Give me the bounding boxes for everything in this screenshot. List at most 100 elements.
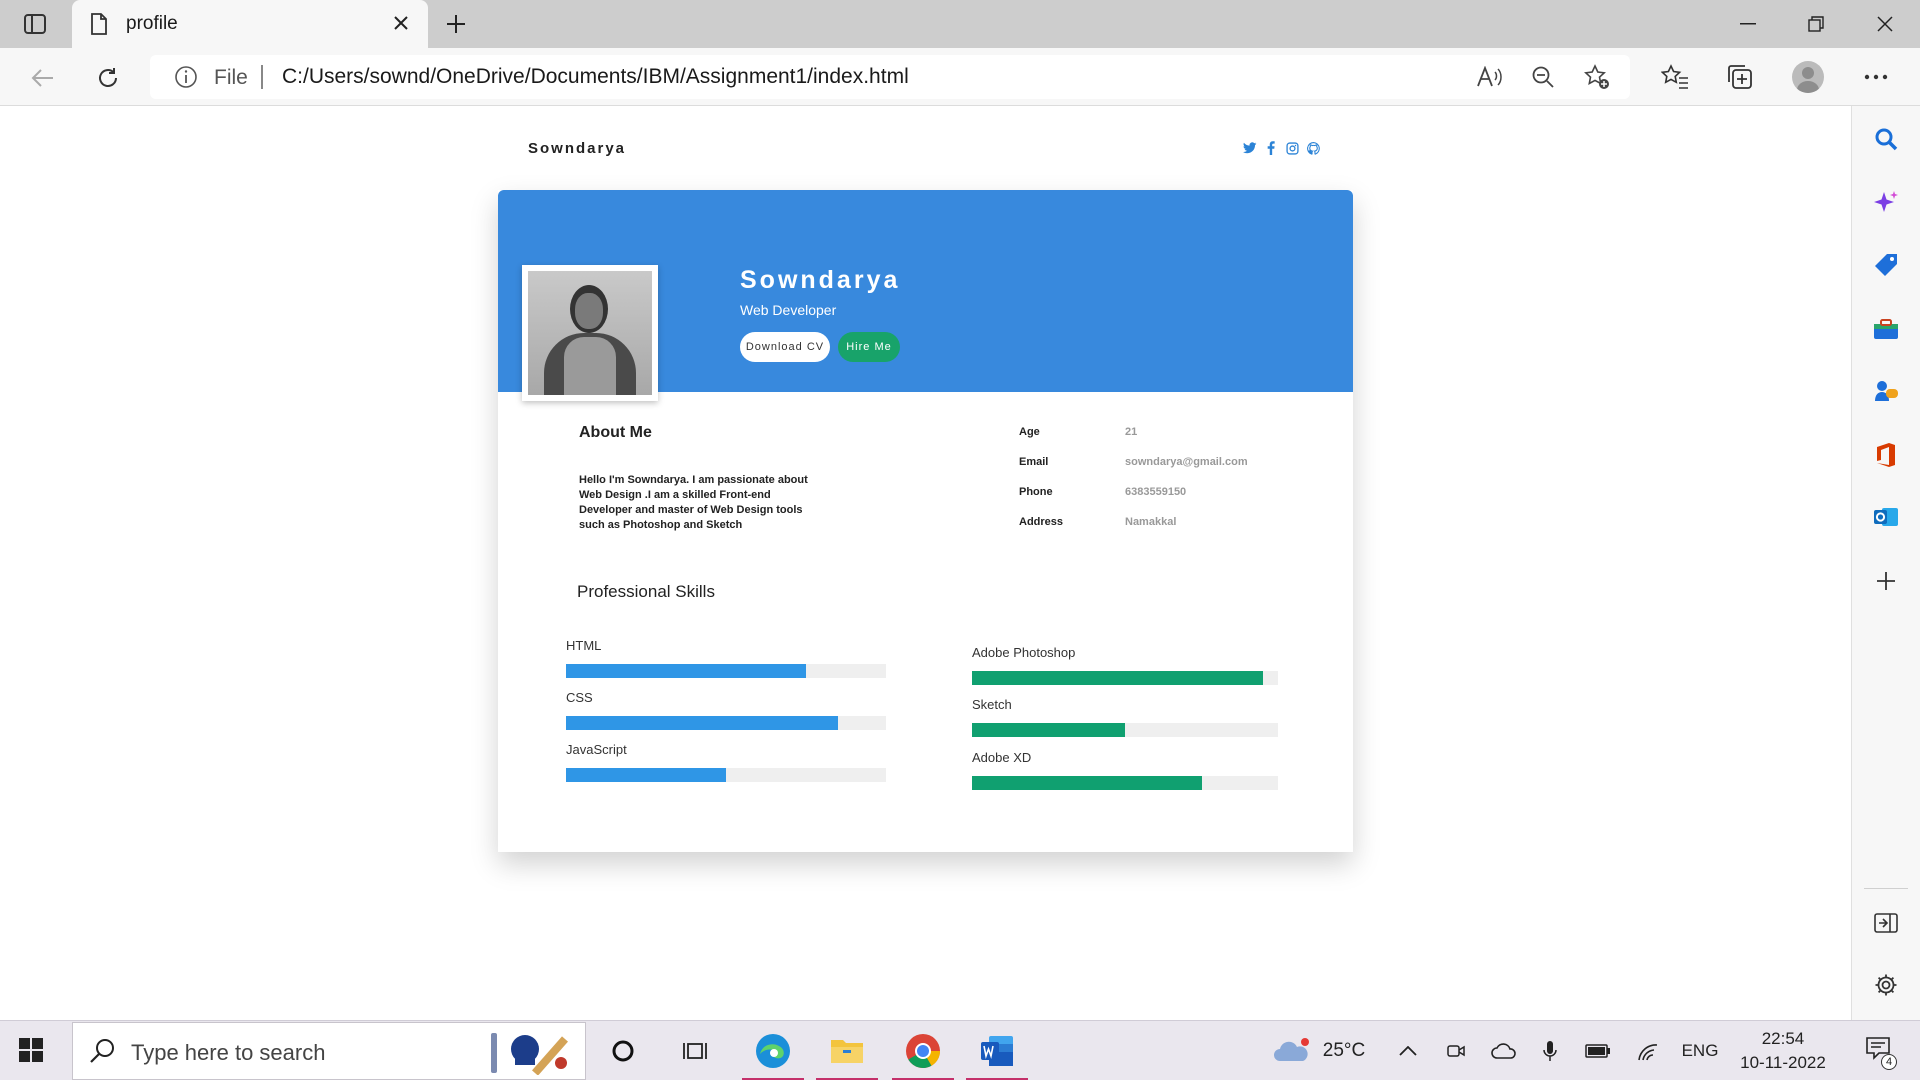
close-window-button[interactable] — [1855, 0, 1915, 48]
instagram-icon[interactable] — [1285, 140, 1299, 156]
detail-value: 6383559150 — [1125, 486, 1187, 498]
hire-me-button[interactable]: Hire Me — [838, 332, 900, 362]
more-dots-icon — [1864, 74, 1888, 80]
taskbar-edge-app[interactable] — [738, 1021, 808, 1080]
detail-value: Namakkal — [1125, 516, 1177, 528]
refresh-icon — [99, 68, 117, 87]
info-icon[interactable] — [174, 65, 198, 89]
star-add-icon — [1584, 64, 1609, 89]
browser-tab-bar: profile — [0, 0, 1920, 48]
back-arrow-icon — [31, 69, 53, 87]
skill-label: JavaScript — [566, 742, 627, 757]
notification-icon-wrap: 4 — [1865, 1036, 1897, 1070]
zoom-out-button[interactable] — [1528, 63, 1558, 91]
profile-card: Sowndarya Web Developer Download CV Hire… — [498, 190, 1353, 852]
taskbar-word-app[interactable] — [962, 1021, 1032, 1080]
settings-more-button[interactable] — [1858, 59, 1894, 95]
cricket-highlight-icon — [491, 1033, 568, 1075]
restore-button[interactable] — [1786, 0, 1846, 48]
web-page: Sowndarya Sowndarya Web Developer Downlo… — [0, 106, 1851, 1020]
sidebar-office-button[interactable] — [1869, 438, 1903, 472]
microphone-button[interactable] — [1536, 1021, 1564, 1080]
sidebar-shopping-button[interactable] — [1869, 248, 1903, 282]
sparkle-icon — [1874, 191, 1898, 212]
skill-label: Adobe XD — [972, 750, 1032, 765]
sidebar-discover-button[interactable] — [1869, 186, 1903, 220]
battery-icon — [1585, 1044, 1610, 1058]
games-icon — [1875, 381, 1898, 401]
search-placeholder: Type here to search — [131, 1040, 326, 1065]
github-icon[interactable] — [1306, 140, 1320, 156]
taskbar-file-explorer-app[interactable] — [812, 1021, 882, 1080]
search-icon — [90, 1039, 114, 1063]
skill-javascript: JavaScript — [566, 742, 886, 782]
skill-css: CSS — [566, 690, 886, 730]
close-icon — [394, 16, 408, 30]
office-icon — [1877, 443, 1895, 467]
weather-button[interactable] — [1272, 1021, 1312, 1080]
new-tab-button[interactable] — [440, 10, 472, 38]
chevron-up-icon — [1399, 1046, 1417, 1056]
detail-key: Age — [1019, 426, 1040, 438]
skill-adobe-xd: Adobe XD — [972, 750, 1278, 790]
edge-sidebar — [1851, 106, 1920, 1020]
skill-track — [972, 776, 1278, 790]
download-cv-button[interactable]: Download CV — [740, 332, 830, 362]
close-tab-button[interactable] — [388, 10, 414, 36]
detail-value: 21 — [1125, 426, 1138, 438]
notifications-button[interactable]: 4 — [1856, 1021, 1900, 1080]
minimize-icon — [1740, 23, 1756, 25]
skill-track — [566, 664, 886, 678]
task-view-button[interactable] — [660, 1021, 730, 1080]
folder-icon — [831, 1040, 863, 1063]
tab-actions-button[interactable] — [16, 10, 54, 38]
taskbar-clock[interactable]: 22:54 10-11-2022 — [1728, 1027, 1838, 1075]
language-indicator[interactable]: ENG — [1676, 1021, 1724, 1080]
site-brand[interactable]: Sowndarya — [528, 140, 626, 157]
browser-tab-profile[interactable]: profile — [72, 0, 428, 48]
onedrive-button[interactable] — [1488, 1021, 1520, 1080]
favorites-button[interactable] — [1657, 59, 1693, 95]
detail-value: sowndarya@gmail.com — [1125, 456, 1248, 468]
cloud-weather-icon — [1274, 1038, 1309, 1061]
profile-button[interactable] — [1790, 59, 1826, 95]
weather-temperature[interactable]: 25°C — [1314, 1021, 1374, 1080]
chrome-icon — [906, 1034, 940, 1068]
sidebar-hide-button[interactable] — [1869, 906, 1903, 940]
network-button[interactable] — [1632, 1021, 1664, 1080]
read-aloud-button[interactable] — [1474, 63, 1504, 91]
sidebar-search-button[interactable] — [1869, 122, 1903, 156]
profile-photo-image — [528, 271, 652, 395]
plus-icon — [1877, 572, 1895, 590]
taskbar-search-box[interactable]: Type here to search — [72, 1022, 586, 1080]
taskbar-chrome-app[interactable] — [888, 1021, 958, 1080]
collections-button[interactable] — [1722, 59, 1758, 95]
show-hidden-icons-button[interactable] — [1392, 1021, 1424, 1080]
read-aloud-icon — [1477, 66, 1502, 87]
sidebar-add-button[interactable] — [1869, 564, 1903, 598]
detail-row-phone: Phone 6383559150 — [1019, 486, 1299, 502]
url-text[interactable]: C:/Users/sownd/OneDrive/Documents/IBM/As… — [282, 65, 909, 89]
battery-button[interactable] — [1582, 1021, 1614, 1080]
windows-taskbar: Type here to search 25°C ENG 22:54 10-11… — [0, 1020, 1920, 1080]
clock-time: 22:54 — [1761, 1029, 1805, 1048]
profile-name: Sowndarya — [740, 266, 901, 294]
sidebar-tools-button[interactable] — [1869, 312, 1903, 346]
start-button[interactable] — [18, 1037, 44, 1068]
meet-now-button[interactable] — [1440, 1021, 1472, 1080]
facebook-icon[interactable] — [1264, 140, 1278, 156]
skill-track — [566, 716, 886, 730]
sidebar-games-button[interactable] — [1869, 374, 1903, 408]
sidebar-panel-icon — [24, 14, 46, 34]
sidebar-settings-button[interactable] — [1869, 968, 1903, 1002]
twitter-icon[interactable] — [1243, 140, 1257, 156]
sidebar-outlook-button[interactable] — [1869, 500, 1903, 534]
add-favorite-button[interactable] — [1582, 63, 1612, 91]
refresh-button[interactable] — [90, 60, 126, 96]
back-button[interactable] — [24, 60, 60, 96]
minimize-button[interactable] — [1718, 0, 1778, 48]
meet-icon — [1447, 1045, 1465, 1057]
cortana-button[interactable] — [588, 1021, 658, 1080]
about-title: About Me — [579, 424, 652, 441]
address-bar[interactable]: File C:/Users/sownd/OneDrive/Documents/I… — [150, 55, 1630, 99]
